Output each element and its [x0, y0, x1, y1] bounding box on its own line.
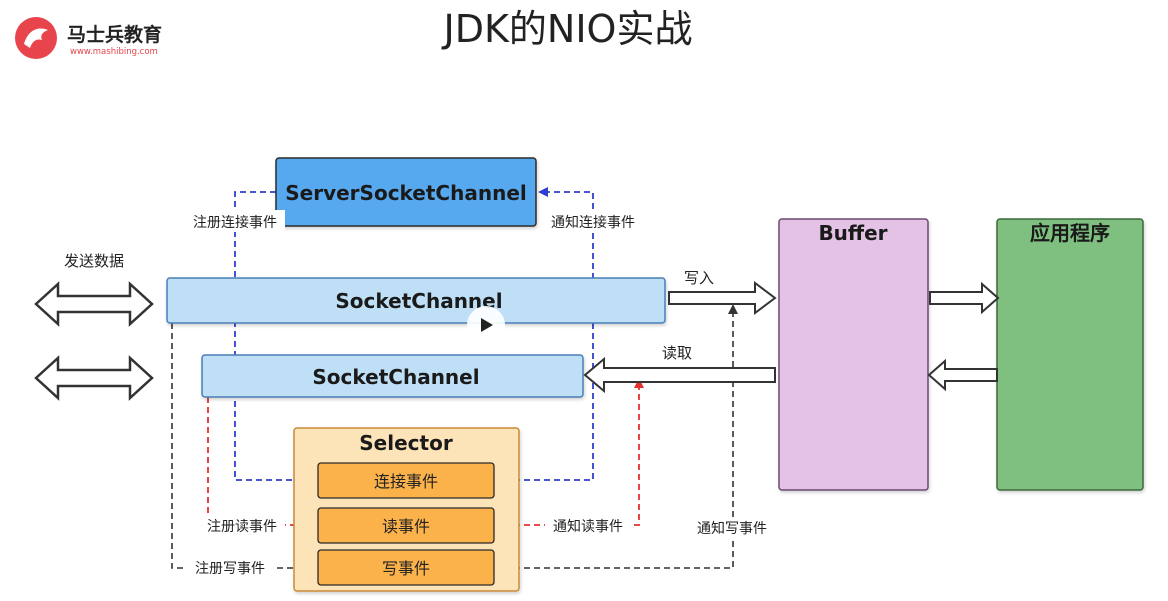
brand-url: www.mashibing.com: [70, 47, 158, 57]
server-socket-channel-box: ServerSocketChannel: [275, 157, 537, 227]
write-arrow-icon: [668, 281, 777, 315]
read-out-label: 读取: [662, 344, 692, 362]
socket-channel-box-1: SocketChannel: [166, 277, 666, 324]
selector-label: Selector: [359, 431, 453, 455]
register-write-label: 注册写事件: [195, 561, 265, 577]
page-title: JDK的NIO实战: [442, 7, 693, 51]
connect-event-box: 连接事件: [317, 462, 495, 499]
buffer-label: Buffer: [818, 221, 887, 245]
notify-connect-label: 通知连接事件: [551, 214, 635, 231]
application-box: 应用程序: [996, 218, 1144, 491]
socket-channel-label-2: SocketChannel: [312, 365, 479, 389]
connect-event-label: 连接事件: [374, 472, 438, 491]
application-label: 应用程序: [1030, 221, 1110, 245]
double-arrow-icon-1: [34, 281, 154, 327]
server-socket-channel-label: ServerSocketChannel: [285, 181, 527, 205]
write-event-box: 写事件: [317, 549, 495, 586]
buffer-box: Buffer: [778, 218, 929, 491]
brand-logo: 马士兵教育 www.mashibing.com: [15, 17, 162, 59]
socket-channel-box-2: SocketChannel: [201, 354, 584, 398]
write-event-label: 写事件: [382, 559, 430, 578]
read-event-box: 读事件: [317, 507, 495, 544]
register-read-label: 注册读事件: [207, 518, 277, 535]
play-button[interactable]: [467, 306, 505, 344]
app-to-buffer-arrow-icon: [927, 358, 998, 392]
register-connect-label: 注册连接事件: [193, 214, 277, 231]
buffer-to-app-arrow-icon: [929, 281, 1000, 315]
read-arrow-icon: [583, 356, 776, 394]
read-event-label: 读事件: [382, 517, 430, 536]
send-data-label: 发送数据: [64, 252, 124, 270]
notify-read-label: 通知读事件: [553, 518, 623, 535]
write-in-label: 写入: [684, 269, 714, 287]
notify-write-label: 通知写事件: [697, 520, 767, 537]
double-arrow-icon-2: [34, 355, 154, 401]
brand-name: 马士兵教育: [67, 23, 162, 46]
nio-diagram: 马士兵教育 www.mashibing.com JDK的NIO实战 发送数据 S…: [15, 7, 1144, 592]
